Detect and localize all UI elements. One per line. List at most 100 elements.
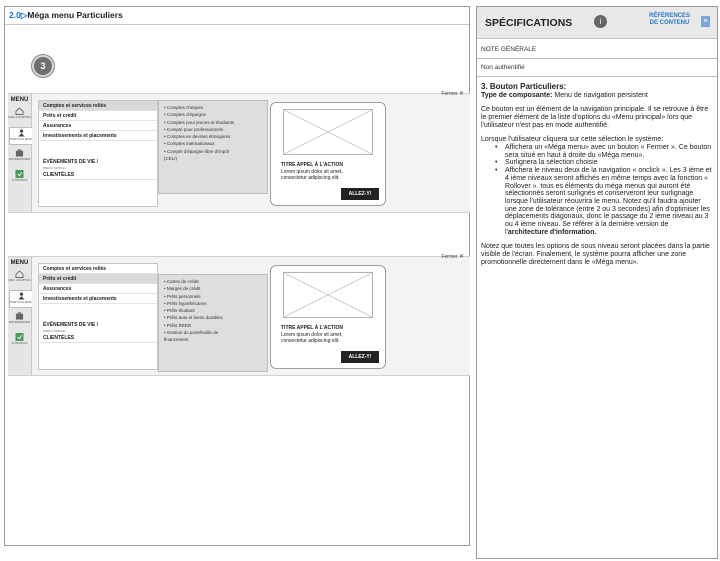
promo-text: Lorem ipsum dolor sit amet, consectetur … [281,169,343,181]
level2-item[interactable]: • Comptes chèques [159,104,267,111]
list-item: Affichera le niveau deux de la navigatio… [495,167,713,236]
level2-item[interactable]: • Prêts étudiant [159,307,267,314]
nav-item-particuliers[interactable]: PARTICULIERS [9,127,32,145]
level2-item[interactable]: • Prêts REER [159,322,267,329]
component-type: Type de composante: Menu de navigation p… [481,92,713,100]
nav-item-mes-comptes[interactable]: MES COMPTES [8,106,31,124]
architecture-link-text: architecture d'information. [507,228,597,236]
nav-item-entreprises[interactable]: ENTREPRISES [9,148,30,166]
level1-item[interactable]: Prêts et crédit [39,274,157,284]
level2-menu: • Comptes chèques • Comptes d'épargne • … [158,100,268,194]
mega-menu-mockup-1: MENU MES COMPTES PARTICULIERS ENTREPRISE… [8,90,470,213]
wireframe-page-panel: 2.0▷Méga menu Particuliers 3 MENU MES CO… [4,6,470,546]
level1-item-secondary[interactable]: CLIENTÈLES [39,170,157,180]
ref-label-line: RÉFÉRENCES [649,13,691,19]
level1-item[interactable]: Comptes et services reliés [39,101,157,111]
nav-item-a-propos[interactable]: À PROPOS [9,169,30,187]
ref-label-line: DE CONTENU [649,20,690,26]
close-icon: ✕ [458,254,464,260]
mega-menu-mockup-2: MENU MES COMPTES PARTICULIERS ENTREPRISE… [8,253,470,376]
promo-text-line: consectetur adipiscing elit. [281,175,340,181]
person-icon [17,292,25,300]
level1-menu: Comptes et services reliés Prêts et créd… [38,263,158,370]
paragraph: Ce bouton est un élément de la navigatio… [481,106,709,129]
level2-item[interactable]: • Comptes d'épargne [159,111,267,118]
close-button[interactable]: Fermer ✕ [441,253,464,260]
info-icon [15,333,24,341]
step-number-badge: 3 [32,55,54,77]
promo-image-placeholder [283,109,373,155]
promo-zone: TITRE APPEL À L'ACTION Lorem ipsum dolor… [270,102,386,206]
list-item: Affichera un «Méga menu» avec un bouton … [495,144,713,159]
spec-header: SPÉCIFICATIONS i RÉFÉRENCES DE CONTENU ≡ [477,7,717,39]
nav-item-a-propos[interactable]: À PROPOS [9,332,30,350]
nav-item-label: ENTREPRISES [8,157,31,161]
building-icon [15,149,24,157]
level1-item-secondary[interactable]: CLIENTÈLES [39,333,157,343]
general-note-label: NOTE GÉNÉRALE [477,41,717,59]
level2-item[interactable]: • Prêts hypothécaires [159,300,267,307]
page-title-text: Méga menu Particuliers [27,10,123,20]
promo-text: Lorem ipsum dolor sit amet, consectetur … [281,332,343,344]
info-icon: i [594,15,607,28]
level1-item[interactable]: Prêts et crédit [39,111,157,121]
level2-item[interactable]: • Cartes de crédit [159,278,267,285]
close-button[interactable]: Fermer ✕ [441,90,464,97]
home-icon [15,270,24,278]
level2-item[interactable]: • Comptes pour jeunes et étudiants [159,119,267,126]
level2-item[interactable]: • Marges de crédit [159,285,267,292]
level2-item[interactable]: (CELI) [159,155,267,162]
promo-image-placeholder [283,272,373,318]
nav-item-entreprises[interactable]: ENTREPRISES [9,311,30,329]
nav-item-label: À PROPOS [11,178,28,182]
level1-item[interactable]: Investissements et placements [39,294,157,304]
home-icon [15,107,24,115]
page-version: 2.0 [9,10,21,20]
close-label: Fermer [441,91,458,97]
level2-item[interactable]: • Gestion du portefeuille de [159,329,267,336]
promo-title: TITRE APPEL À L'ACTION [281,162,344,168]
content-references-link[interactable]: RÉFÉRENCES DE CONTENU [649,13,690,27]
menu-title: MENU [10,260,29,266]
section-title: 3. Bouton Particuliers: [481,82,567,91]
list-item: Surlignera la sélection choisie [495,159,713,167]
nav-item-label: MES COMPTES [8,115,31,119]
level2-item[interactable]: financement [159,336,267,343]
menu-title: MENU [10,97,29,103]
promo-text-line: consectetur adipiscing elit. [281,338,340,344]
close-icon: ✕ [458,91,464,97]
component-type-value: Menu de navigation persistent [554,91,648,99]
nav-item-mes-comptes[interactable]: MES COMPTES [8,269,31,287]
level2-menu: • Cartes de crédit • Marges de crédit • … [158,274,268,372]
level2-item[interactable]: • Prêts personnels [159,293,267,300]
level2-item[interactable]: • Comptes en devises étrangères [159,133,267,140]
paragraph: Notez que toutes les options de sous niv… [481,243,710,266]
behavior-list: Affichera un «Méga menu» avec un bouton … [495,144,713,236]
level2-item[interactable]: • Compte pour professionnels [159,126,267,133]
level1-item[interactable]: Assurances [39,121,157,131]
info-icon [15,170,24,178]
level1-item[interactable]: Investissements et placements [39,131,157,141]
level1-menu: Comptes et services reliés Prêts et créd… [38,100,158,207]
specifications-panel: SPÉCIFICATIONS i RÉFÉRENCES DE CONTENU ≡… [476,6,718,559]
person-icon [17,129,25,137]
level1-item[interactable]: Comptes et services reliés [39,264,157,274]
level1-item[interactable]: Assurances [39,284,157,294]
close-label: Fermer [441,254,458,260]
nav-item-label: À PROPOS [11,341,28,345]
level2-item[interactable]: • Prêts auto et biens durables [159,314,267,321]
nav-item-particuliers[interactable]: PARTICULIERS [9,290,32,308]
level2-item[interactable]: • Comptes internationaux [159,140,267,147]
nav-item-label: MES COMPTES [8,278,31,282]
spec-title: SPÉCIFICATIONS [485,17,573,29]
side-nav: MENU MES COMPTES PARTICULIERS ENTREPRISE… [8,257,32,375]
component-type-label: Type de composante: [481,91,553,99]
building-icon [15,312,24,320]
spec-body: 3. Bouton Particuliers: Type de composan… [477,77,717,267]
promo-cta-button[interactable]: ALLEZ-Y! [341,351,379,363]
promo-zone: TITRE APPEL À L'ACTION Lorem ipsum dolor… [270,265,386,369]
nav-item-label: PARTICULIERS [10,137,32,141]
document-icon[interactable]: ≡ [701,16,710,27]
promo-cta-button[interactable]: ALLEZ-Y! [341,188,379,200]
level2-item[interactable]: • Compte d'épargne libre d'impôt [159,148,267,155]
